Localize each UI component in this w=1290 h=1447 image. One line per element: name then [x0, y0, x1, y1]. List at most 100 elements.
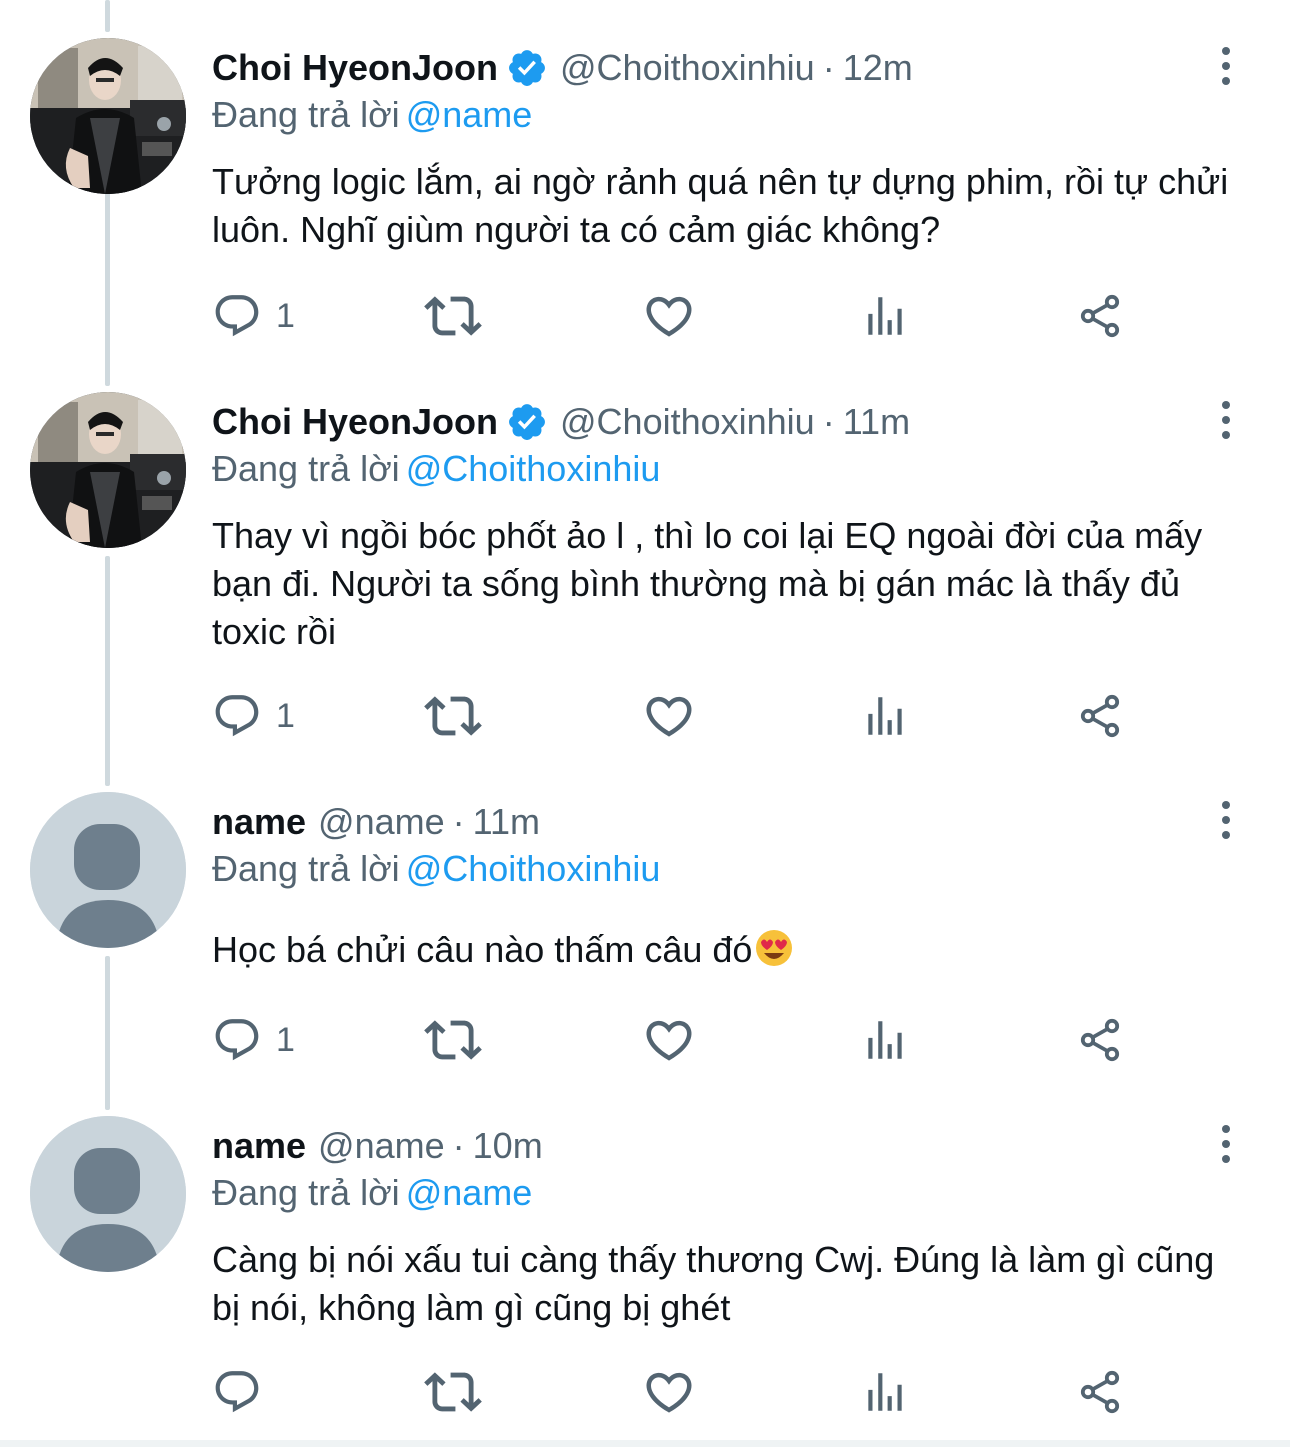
avatar[interactable]	[30, 792, 186, 948]
tweet-header: name @name · 10m	[212, 1122, 1200, 1170]
reply-count: 1	[276, 296, 295, 335]
heart-icon	[642, 1365, 696, 1419]
profile-photo	[30, 392, 186, 548]
retweet-button[interactable]	[424, 1364, 482, 1420]
like-button[interactable]	[642, 1364, 696, 1420]
default-avatar	[30, 1116, 186, 1272]
action-bar: 1	[0, 288, 1290, 344]
analytics-icon	[860, 691, 910, 741]
share-icon	[1076, 1016, 1124, 1064]
retweet-button[interactable]	[424, 688, 482, 744]
more-vertical-icon[interactable]	[1214, 1124, 1238, 1164]
analytics-icon	[860, 1367, 910, 1417]
separator-dot: ·	[822, 47, 835, 88]
tweet-text: Càng bị nói xấu tui càng thấy thương Cwj…	[212, 1239, 1215, 1328]
retweet-icon	[424, 1363, 482, 1421]
display-name[interactable]: Choi HyeonJoon	[212, 401, 498, 443]
retweet-button[interactable]	[424, 1012, 482, 1068]
analytics-button[interactable]	[860, 688, 910, 744]
replying-to-label: Đang trả lời	[212, 94, 400, 135]
verified-badge-icon	[506, 47, 548, 89]
action-bar	[0, 1364, 1290, 1420]
tweet[interactable]: Choi HyeonJoon @Choithoxinhiu · 11m Đang…	[0, 392, 1290, 752]
share-button[interactable]	[1076, 688, 1124, 744]
separator-dot: ·	[452, 801, 465, 842]
divider	[0, 1440, 1290, 1447]
tweet-header: Choi HyeonJoon @Choithoxinhiu · 12m	[212, 44, 1200, 92]
heart-eyes-emoji	[756, 930, 793, 966]
share-button[interactable]	[1076, 1012, 1124, 1068]
share-icon	[1076, 292, 1124, 340]
timestamp[interactable]: 12m	[843, 47, 913, 89]
reply-button[interactable]: 1	[212, 1012, 295, 1068]
mention-link[interactable]: @name	[406, 1172, 533, 1213]
replying-to-label: Đang trả lời	[212, 448, 400, 489]
retweet-button[interactable]	[424, 288, 482, 344]
analytics-button[interactable]	[860, 1012, 910, 1068]
default-avatar	[30, 792, 186, 948]
user-handle[interactable]: @name	[318, 1125, 445, 1167]
reply-icon	[212, 691, 262, 741]
reply-button[interactable]: 1	[212, 688, 295, 744]
reply-icon	[212, 1015, 262, 1065]
heart-icon	[642, 689, 696, 743]
display-name[interactable]: name	[212, 1125, 306, 1167]
share-button[interactable]	[1076, 288, 1124, 344]
mention-link[interactable]: @Choithoxinhiu	[406, 448, 661, 489]
reply-button[interactable]	[212, 1364, 276, 1420]
timestamp[interactable]: 10m	[473, 1125, 543, 1167]
like-button[interactable]	[642, 688, 696, 744]
user-handle[interactable]: @Choithoxinhiu	[560, 47, 815, 89]
display-name[interactable]: name	[212, 801, 306, 843]
user-handle[interactable]: @name	[318, 801, 445, 843]
mention-link[interactable]: @Choithoxinhiu	[406, 848, 661, 889]
action-bar: 1	[0, 1012, 1290, 1068]
tweet-text: Học bá chửi câu nào thấm câu đó	[212, 929, 753, 970]
analytics-button[interactable]	[860, 1364, 910, 1420]
tweet[interactable]: name @name · 10m Đang trả lời @name Càng …	[0, 1116, 1290, 1436]
thread-line	[105, 0, 110, 32]
separator-dot: ·	[822, 401, 835, 442]
display-name[interactable]: Choi HyeonJoon	[212, 47, 498, 89]
heart-icon	[642, 1013, 696, 1067]
more-vertical-icon[interactable]	[1214, 46, 1238, 86]
reply-icon	[212, 291, 262, 341]
replying-to: Đang trả lời @name	[212, 94, 532, 136]
more-vertical-icon[interactable]	[1214, 400, 1238, 440]
reply-icon	[212, 1367, 262, 1417]
share-icon	[1076, 692, 1124, 740]
tweet[interactable]: name @name · 11m Đang trả lời @Choithoxin…	[0, 792, 1290, 1082]
profile-photo	[30, 38, 186, 194]
timestamp[interactable]: 11m	[843, 401, 910, 443]
tweet-header: Choi HyeonJoon @Choithoxinhiu · 11m	[212, 398, 1200, 446]
replying-to-label: Đang trả lời	[212, 848, 400, 889]
timestamp[interactable]: 11m	[473, 801, 540, 843]
like-button[interactable]	[642, 288, 696, 344]
separator-dot: ·	[452, 1125, 465, 1166]
share-button[interactable]	[1076, 1364, 1124, 1420]
retweet-icon	[424, 287, 482, 345]
reply-count: 1	[276, 696, 295, 735]
analytics-icon	[860, 1015, 910, 1065]
user-handle[interactable]: @Choithoxinhiu	[560, 401, 815, 443]
avatar[interactable]	[30, 38, 186, 194]
replying-to-label: Đang trả lời	[212, 1172, 400, 1213]
like-button[interactable]	[642, 1012, 696, 1068]
analytics-button[interactable]	[860, 288, 910, 344]
tweet-header: name @name · 11m	[212, 798, 1200, 846]
retweet-icon	[424, 1011, 482, 1069]
mention-link[interactable]: @name	[406, 94, 533, 135]
tweet-text: Thay vì ngồi bóc phốt ảo l , thì lo coi …	[212, 515, 1203, 652]
reply-count: 1	[276, 1020, 295, 1059]
action-bar: 1	[0, 688, 1290, 744]
replying-to: Đang trả lời @Choithoxinhiu	[212, 848, 660, 890]
avatar[interactable]	[30, 1116, 186, 1272]
avatar[interactable]	[30, 392, 186, 548]
analytics-icon	[860, 291, 910, 341]
tweet-text: Tưởng logic lắm, ai ngờ rảnh quá nên tự …	[212, 161, 1229, 250]
heart-icon	[642, 289, 696, 343]
tweet[interactable]: Choi HyeonJoon @Choithoxinhiu · 12m Đang…	[0, 38, 1290, 348]
reply-button[interactable]: 1	[212, 288, 295, 344]
more-vertical-icon[interactable]	[1214, 800, 1238, 840]
replying-to: Đang trả lời @name	[212, 1172, 532, 1214]
